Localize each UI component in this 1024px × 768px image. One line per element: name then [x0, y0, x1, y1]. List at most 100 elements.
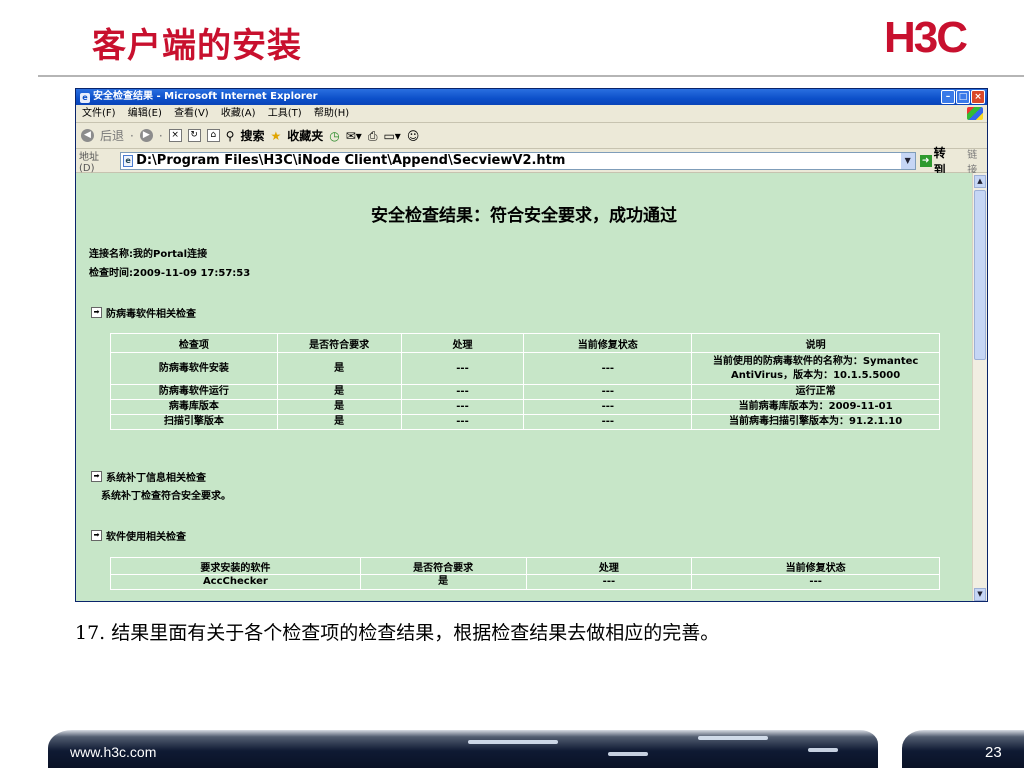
back-dropdown-icon[interactable]: · [130, 123, 134, 149]
page-number: 23 [985, 744, 1002, 761]
vertical-scrollbar[interactable]: ▲ ▼ [972, 173, 987, 601]
page-number-band [902, 730, 1024, 768]
column-header: 当前修复状态 [523, 333, 693, 353]
menu-edit[interactable]: 编辑(E) [128, 108, 162, 119]
table-row: 扫描引擎版本 是 --- --- 当前病毒扫描引擎版本为：91.2.1.10 [110, 414, 940, 430]
table-row: 病毒库版本 是 --- --- 当前病毒库版本为：2009-11-01 [110, 399, 940, 415]
page-content: 安全检查结果：符合安全要求，成功通过 连接名称:我的Portal连接 检查时间:… [76, 173, 972, 601]
forward-dropdown-icon[interactable]: · [159, 123, 163, 149]
table-cell: 当前病毒扫描引擎版本为：91.2.1.10 [691, 414, 940, 430]
go-arrow-icon: ➜ [919, 154, 932, 167]
history-icon[interactable]: ◷ [329, 123, 339, 149]
table-row: AccChecker 是 --- --- [110, 574, 940, 590]
scroll-thumb[interactable] [974, 190, 986, 360]
mail-icon[interactable]: ✉▾ [346, 123, 362, 149]
table-cell: 防病毒软件安装 [110, 352, 278, 385]
maximize-button[interactable]: □ [956, 90, 970, 104]
slide-caption: 17. 结果里面有关于各个检查项的检查结果，根据检查结果去做相应的完善。 [75, 622, 720, 644]
slide: 客户端的安装 H3C e 安全检查结果 - Microsoft Internet … [0, 0, 1024, 768]
light-streak [608, 752, 648, 756]
menu-view[interactable]: 查看(V) [174, 108, 209, 119]
menu-favorites[interactable]: 收藏(A) [221, 108, 256, 119]
arrow-right-icon: ➡ [91, 307, 102, 318]
search-button[interactable]: 搜索 [240, 123, 264, 149]
address-bar: 地址(D) e D:\Program Files\H3C\iNode Clien… [76, 146, 987, 177]
patch-section-header[interactable]: ➡ 系统补丁信息相关检查 [91, 469, 206, 484]
window-controls: – □ × [941, 90, 985, 104]
menu-tools[interactable]: 工具(T) [268, 108, 302, 119]
minimize-button[interactable]: – [941, 90, 955, 104]
ie-window: e 安全检查结果 - Microsoft Internet Explorer – … [75, 88, 988, 602]
windows-flag-icon [967, 107, 983, 120]
table-cell: 是 [359, 574, 527, 590]
column-header: 当前修复状态 [691, 557, 940, 575]
star-icon[interactable]: ★ [270, 123, 281, 149]
software-section-title: 软件使用相关检查 [106, 532, 186, 543]
table-cell: 病毒库版本 [110, 399, 278, 415]
column-header: 要求安装的软件 [110, 557, 361, 575]
address-value: D:\Program Files\H3C\iNode Client\Append… [136, 153, 566, 168]
menu-help[interactable]: 帮助(H) [314, 108, 349, 119]
check-time: 检查时间:2009-11-09 17:57:53 [89, 268, 251, 279]
antivirus-section-title: 防病毒软件相关检查 [106, 309, 196, 320]
address-dropdown-icon[interactable]: ▼ [900, 152, 915, 169]
print-icon[interactable]: ⎙ [368, 123, 378, 149]
stop-icon[interactable]: × [168, 129, 182, 142]
table-cell: 运行正常 [691, 384, 940, 400]
table-cell: 当前使用的防病毒软件的名称为：Symantec AntiVirus，版本为：10… [691, 352, 940, 385]
table-cell: --- [691, 574, 940, 590]
table-cell: --- [523, 399, 693, 415]
software-table: 要求安装的软件 是否符合要求 处理 当前修复状态 AccChecker 是 --… [110, 557, 940, 590]
favorites-button[interactable]: 收藏夹 [287, 123, 323, 149]
table-cell: AccChecker [110, 574, 361, 590]
back-arrow-icon[interactable]: ◀ [81, 129, 94, 142]
light-streak [698, 736, 768, 740]
column-header: 是否符合要求 [359, 557, 527, 575]
table-cell: 扫描引擎版本 [110, 414, 278, 430]
title-divider [38, 75, 1024, 77]
ie-page-icon: e [80, 93, 90, 103]
software-section-header[interactable]: ➡ 软件使用相关检查 [91, 528, 186, 543]
arrow-right-icon: ➡ [91, 471, 102, 482]
table-header-row: 检查项 是否符合要求 处理 当前修复状态 说明 [110, 333, 940, 353]
antivirus-section-header[interactable]: ➡ 防病毒软件相关检查 [91, 305, 196, 320]
back-button[interactable]: 后退 [100, 123, 124, 149]
window-titlebar[interactable]: e 安全检查结果 - Microsoft Internet Explorer – … [76, 89, 987, 105]
menu-file[interactable]: 文件(F) [82, 108, 116, 119]
light-streak [808, 748, 838, 752]
column-header: 说明 [691, 333, 940, 353]
table-cell: 是 [276, 414, 402, 430]
table-cell: 防病毒软件运行 [110, 384, 278, 400]
table-cell: --- [523, 384, 693, 400]
scroll-up-icon[interactable]: ▲ [974, 175, 986, 188]
table-row: 防病毒软件运行 是 --- --- 运行正常 [110, 384, 940, 400]
patch-note: 系统补丁检查符合安全要求。 [101, 491, 231, 502]
column-header: 处理 [525, 557, 693, 575]
menu-bar: 文件(F) 编辑(E) 查看(V) 收藏(A) 工具(T) 帮助(H) [76, 105, 987, 123]
messenger-icon[interactable]: ☺ [407, 123, 420, 149]
antivirus-table: 检查项 是否符合要求 处理 当前修复状态 说明 防病毒软件安装 是 --- --… [110, 333, 940, 430]
patch-section-title: 系统补丁信息相关检查 [106, 473, 206, 484]
column-header: 处理 [400, 333, 525, 353]
links-button[interactable]: 链接 [967, 146, 987, 176]
address-input[interactable]: e D:\Program Files\H3C\iNode Client\Appe… [120, 151, 916, 170]
column-header: 检查项 [110, 333, 278, 353]
arrow-right-icon: ➡ [91, 530, 102, 541]
footer-band [48, 730, 878, 768]
window-title: 安全检查结果 - Microsoft Internet Explorer [93, 91, 318, 102]
table-cell: 是 [276, 352, 402, 385]
table-header-row: 要求安装的软件 是否符合要求 处理 当前修复状态 [110, 557, 940, 575]
scroll-down-icon[interactable]: ▼ [974, 588, 986, 601]
search-icon[interactable]: ⚲ [226, 123, 235, 149]
home-icon[interactable]: ⌂ [206, 129, 220, 142]
close-button[interactable]: × [971, 90, 985, 104]
refresh-icon[interactable]: ↻ [187, 129, 201, 142]
edit-icon[interactable]: ▭▾ [383, 123, 400, 149]
forward-arrow-icon[interactable]: ▶ [139, 129, 153, 142]
light-streak [468, 740, 558, 744]
table-cell: --- [523, 352, 693, 385]
toolbar: ◀ 后退 · ▶ · × ↻ ⌂ ⚲ 搜索 ★ 收藏夹 ◷ ✉▾ ⎙ ▭▾ ☺ [76, 123, 987, 149]
h3c-logo: H3C [884, 13, 968, 62]
table-cell: --- [400, 352, 525, 385]
table-cell: 是 [276, 399, 402, 415]
